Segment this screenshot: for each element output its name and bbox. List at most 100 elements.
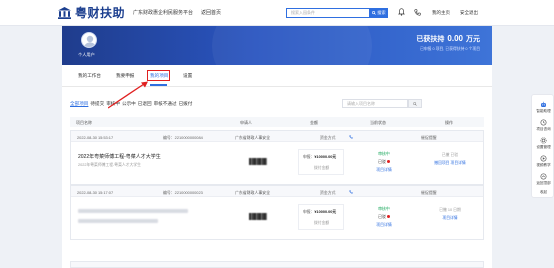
side-tool-collapse[interactable]: 收起 — [532, 190, 554, 195]
arrow-up-icon — [540, 173, 547, 180]
amount-value: ¥10000.00元 — [314, 210, 337, 214]
project-subtitle: 2022年粤菜师傅工程-粤菜人才大学生 — [78, 163, 141, 167]
amount-subtext: 拨付金额 — [314, 221, 330, 225]
filter-paid[interactable]: 已拨付 — [179, 101, 193, 107]
phone-icon[interactable] — [349, 189, 353, 195]
project-record — [70, 261, 484, 268]
status-detail-link[interactable]: 项目详情 — [364, 167, 404, 173]
col-project-name: 项目名称 — [76, 120, 92, 125]
gear-icon — [540, 137, 547, 144]
record-dept: 广东省财政人事安全 — [235, 189, 271, 195]
applicant-image — [249, 158, 267, 165]
tab-settings[interactable]: 设置 — [183, 73, 192, 79]
side-tool-label: 智能助理 — [536, 109, 551, 113]
amount-subtext: 拨付金额 — [314, 166, 330, 170]
filter-publicity[interactable]: 公示中 — [122, 101, 136, 107]
operation-links[interactable]: 撤回项目 项目详情 — [423, 161, 477, 166]
tab-active-underline — [150, 84, 167, 86]
project-record: 2022-08-30 15:53:17 编号：2210000000084 广东省… — [70, 130, 484, 185]
phone-icon[interactable] — [412, 7, 422, 17]
phone-icon[interactable] — [349, 134, 353, 140]
top-bar: 粤财扶助 广东财政惠企利民服务平台 返回首页 搜索入园条件 搜索 我的主页 安全… — [0, 0, 554, 26]
project-search-button[interactable] — [408, 99, 422, 108]
operation-cell: 已撤 已驳 撤回项目 项目详情 — [423, 153, 477, 166]
col-applicant: 申请人 — [240, 120, 252, 125]
side-toolbar: 智能助理 项目咨询 设置管理 视频教学 返回顶部 收起 — [531, 94, 554, 198]
record-header: 2022-08-30 15:17:07 编号：2210000000023 广东省… — [71, 186, 483, 197]
support-amount: 0.00 — [447, 34, 463, 43]
operation-note: 已撤 已驳 — [441, 153, 459, 157]
amount-box: 申报：¥10000.00元 拨付金额 — [298, 204, 344, 230]
record-body: 申报：¥10000.00元 拨付金额 审核中 已驳 项目详情 已撤 10 日期 … — [71, 197, 483, 239]
status-label: 审核中 — [378, 151, 390, 156]
platform-name: 广东财政惠企利民服务平台 — [133, 10, 194, 16]
my-home-link[interactable]: 我的主页 — [432, 10, 450, 16]
tab-bar: 我的工作台 我要申报 我的项目 设置 — [62, 65, 492, 87]
filter-all[interactable]: 全部项目 — [70, 101, 88, 107]
side-tool-video[interactable]: 视频教学 — [532, 155, 554, 168]
status-filters: 全部项目 待提交 审核中 公示中 已退回 审核不通过 已拨付 — [70, 101, 192, 107]
building-logo-icon — [58, 6, 71, 19]
record-fund-type: 资金方式 — [320, 189, 336, 195]
record-created-time: 2022-08-30 15:17:07 — [77, 189, 114, 195]
header-search-label: 搜索 — [377, 10, 386, 15]
side-tool-settings[interactable]: 设置管理 — [532, 137, 554, 150]
filter-rejected[interactable]: 审核不通过 — [154, 101, 177, 107]
record-urge-link[interactable]: 催促提醒 — [421, 135, 437, 141]
project-title-redacted — [78, 209, 188, 213]
project-search-placeholder: 请输入项目名称 — [347, 100, 375, 106]
header-search-input[interactable]: 搜索入园条件 — [286, 8, 370, 18]
support-unit: 万元 — [466, 36, 480, 43]
side-tool-label: 项目咨询 — [536, 127, 551, 131]
user-banner: 个人用户 已获扶持 0.00 万元 已申报 0 项目, 已获得扶持 0 个项目 — [62, 26, 492, 65]
support-summary: 已申报 0 项目, 已获得扶持 0 个项目 — [420, 47, 480, 51]
amount-label: 申报： — [303, 210, 315, 214]
tab-highlight-box — [147, 70, 170, 81]
record-urge-link[interactable]: 催促提醒 — [421, 190, 437, 196]
header-search-placeholder: 搜索入园条件 — [291, 10, 315, 15]
project-record: 2022-08-30 15:17:07 编号：2210000000023 广东省… — [70, 185, 484, 240]
tab-apply[interactable]: 我要申报 — [116, 73, 134, 79]
operation-note: 已撤 10 日期 — [439, 208, 461, 212]
amount-box: 申报：¥10000.00元 拨付金额 — [298, 149, 344, 175]
bell-icon[interactable] — [396, 7, 406, 17]
filter-pending[interactable]: 待提交 — [90, 101, 104, 107]
status-step: 已驳 — [378, 159, 386, 164]
record-body: 2022年粤菜师傅工程-粤菜人才大学生 2022年粤菜师傅工程-粤菜人才大学生 … — [71, 142, 483, 184]
status-dot — [386, 160, 390, 163]
tab-workbench[interactable]: 我的工作台 — [78, 73, 101, 79]
side-tool-label: 设置管理 — [536, 145, 551, 149]
side-tool-assistant[interactable]: 智能助理 — [532, 101, 554, 114]
status-step: 已驳 — [378, 214, 386, 219]
search-icon — [372, 11, 377, 15]
logo[interactable]: 粤财扶助 — [58, 4, 125, 21]
record-created-time: 2022-08-30 15:53:17 — [77, 134, 114, 140]
amount-label: 申报： — [303, 155, 315, 159]
project-subtitle-redacted — [78, 219, 158, 223]
status-cell: 审核中 已驳 项目详情 — [364, 206, 404, 228]
avatar[interactable] — [81, 32, 97, 48]
filter-returned[interactable]: 已退回 — [138, 101, 152, 107]
side-tool-label: 收起 — [539, 190, 548, 194]
record-number: 编号：2210000000023 — [163, 189, 203, 195]
header-search-button[interactable]: 搜索 — [370, 8, 388, 18]
side-tool-top[interactable]: 返回顶部 — [532, 173, 554, 186]
user-type-label: 个人用户 — [78, 52, 95, 57]
col-status: 当前状态 — [370, 120, 386, 125]
project-search-input[interactable]: 请输入项目名称 — [342, 99, 408, 108]
status-label: 审核中 — [378, 206, 390, 211]
home-link[interactable]: 返回首页 — [201, 9, 221, 16]
project-title[interactable]: 2022年粤菜师傅工程-粤菜人才大学生 — [78, 153, 161, 160]
status-detail-link[interactable]: 项目详情 — [364, 222, 404, 228]
operation-links[interactable]: 项目详情 — [423, 216, 477, 221]
logout-link[interactable]: 安全退出 — [460, 10, 478, 16]
operation-cell: 已撤 10 日期 项目详情 — [423, 208, 477, 221]
search-icon — [413, 101, 417, 106]
user-avatar-icon — [84, 35, 96, 47]
filter-reviewing[interactable]: 审核中 — [106, 101, 120, 107]
table-header: 项目名称 申请人 金额 当前状态 操作 — [70, 117, 484, 127]
side-tool-consult[interactable]: 项目咨询 — [532, 119, 554, 132]
record-header — [71, 262, 483, 267]
col-amount: 金额 — [310, 120, 318, 125]
applicant-image — [249, 213, 267, 220]
